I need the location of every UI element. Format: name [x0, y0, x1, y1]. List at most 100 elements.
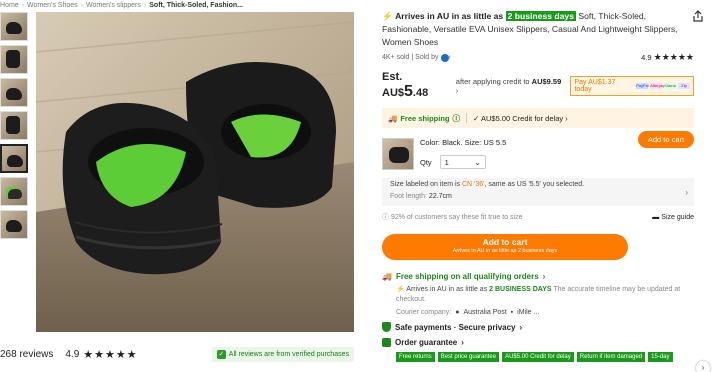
breadcrumb-womens-slippers[interactable]: Women's slippers — [86, 2, 141, 9]
price-prefix: Est. AU$ — [382, 71, 405, 99]
product-rating-value: 4.9 — [641, 53, 652, 62]
thumbnail[interactable] — [0, 111, 28, 140]
info-icon[interactable]: ⓘ — [453, 113, 461, 124]
lightning-icon: ⚡ — [396, 286, 405, 293]
pay-later-button[interactable]: Pay AU$1.37 today PayPal Afterpay Klarna… — [570, 76, 694, 96]
after-credit-value: AU$9.59 — [531, 77, 562, 86]
delay-credit-label: AU$5.00 Credit for delay — [480, 113, 564, 123]
fit-text: 92% of customers say these fit true to s… — [390, 213, 523, 221]
guarantee-tag: Best price guarantee — [437, 352, 500, 362]
star-rating-icon: ★★★★★ — [653, 52, 694, 62]
price-main: 5 — [404, 83, 413, 100]
foot-length: Foot length: 22.7cm — [390, 193, 686, 200]
order-guarantee[interactable]: Order guarantee › — [382, 338, 694, 347]
divider — [466, 113, 468, 123]
thumbnail[interactable] — [0, 78, 28, 107]
guarantee-tag: Free returns — [396, 352, 435, 362]
add-to-cart-button[interactable]: Add to cart Arrives in AU in as little a… — [382, 234, 628, 260]
safe-payments-label: Safe payments · Secure privacy — [395, 322, 516, 332]
guarantee-tag: AU$5.00 Credit for delay — [502, 352, 574, 362]
australia-post-icon: ● — [455, 309, 460, 316]
add-to-cart-sub: Arrives in AU in as little as 2 business… — [452, 248, 558, 254]
thumbnail[interactable] — [0, 12, 28, 41]
foot-length-value: 22.7cm — [428, 193, 452, 200]
arrives-sub-bold: 2 BUSINESS DAYS — [489, 286, 552, 293]
product-title: ⚡ Arrives in AU in as little as 2 busine… — [382, 10, 694, 49]
lightning-icon: ⚡ — [382, 11, 393, 21]
chevron-right-icon: › — [542, 272, 546, 281]
qty-row: Qty 1 ⌄ — [420, 155, 506, 169]
free-shipping-label: Free shipping — [400, 113, 450, 123]
safe-payments[interactable]: Safe payments · Secure privacy › — [382, 322, 694, 332]
breadcrumb-womens-shoes[interactable]: Women's Shoes — [27, 2, 78, 9]
thumbnail-selected[interactable] — [0, 144, 28, 173]
reviews-rating: 4.9 — [65, 348, 80, 360]
truck-icon: 🚚 — [382, 272, 392, 281]
foot-length-label: Foot length: — [390, 193, 427, 200]
fit-row: ⓘ 92% of customers say these fit true to… — [382, 212, 694, 222]
price-cents: .48 — [412, 87, 429, 99]
size-label-line: Size labeled on item is CN '36', same as… — [390, 181, 686, 188]
slipper-photo — [36, 12, 354, 332]
shipping-band[interactable]: 🚚 Free shipping ⓘ ✓ AU$5.00 Credit for d… — [382, 108, 694, 128]
verified-reviews-badge: ✓ All reviews are from verified purchase… — [211, 346, 354, 362]
reviews-count[interactable]: 268 reviews — [0, 349, 53, 360]
size-guide-link[interactable]: ▬ Size guide — [652, 214, 694, 221]
qty-select[interactable]: 1 ⌄ — [439, 155, 486, 169]
variant-label: Color: Black. Size: US 5.5 — [420, 138, 507, 147]
store-icon[interactable] — [440, 53, 449, 62]
variant-info: Color: Black. Size: US 5.5 Qty 1 ⌄ — [420, 138, 506, 169]
thumbnail[interactable] — [0, 177, 28, 206]
share-icon[interactable] — [692, 10, 704, 22]
sold-by-label[interactable]: Sold by — [415, 54, 438, 61]
guarantee-tag: 15-day — [648, 352, 673, 362]
imile-icon: ▪ — [510, 309, 514, 316]
qty-label: Qty — [420, 157, 432, 167]
free-shipping-head-label: Free shipping on all qualifying orders — [395, 272, 539, 281]
arrives-sub: ⚡ Arrives in AU in as little as 2 BUSINE… — [396, 285, 694, 305]
add-to-cart-label: Add to cart — [482, 237, 528, 247]
order-guarantee-label: Order guarantee — [395, 338, 458, 347]
chevron-right-icon: › — [461, 338, 464, 347]
chevron-right-icon: › — [519, 322, 523, 332]
zip-logo-icon: Zip — [678, 83, 690, 89]
verified-text: All reviews are from verified purchases — [228, 350, 349, 358]
sold-count: 4K+ sold — [382, 54, 410, 61]
after-credit: after applying credit to AU$9.59 › — [456, 77, 566, 95]
thumbnail[interactable] — [0, 45, 28, 74]
shipping-info: 🚚 Free shipping on all qualifying orders… — [382, 272, 694, 316]
breadcrumb-current: Soft, Thick-Soled, Fashion... — [149, 1, 243, 9]
courier-label: Courier company: — [396, 309, 452, 316]
size-info-box[interactable]: Size labeled on item is CN '36', same as… — [382, 178, 694, 206]
breadcrumb-home[interactable]: Home — [0, 2, 19, 9]
courier-imile: iMile ... — [517, 309, 540, 316]
chevron-right-icon: › — [455, 86, 459, 95]
ruler-icon: ▬ — [652, 213, 660, 221]
arrives-prefix: Arrives in AU in as little as — [395, 11, 504, 21]
free-shipping-head[interactable]: 🚚 Free shipping on all qualifying orders… — [382, 272, 694, 281]
product-info-panel: ⚡ Arrives in AU in as little as 2 busine… — [382, 10, 710, 372]
guarantee-icon — [382, 338, 391, 347]
size-guide-label: Size guide — [661, 213, 694, 221]
size-label-prefix: Size labeled on item is — [390, 181, 461, 188]
star-rating-icon: ★★★★★ — [83, 348, 138, 361]
guarantee-tags: Free returns Best price guarantee AU$5.0… — [382, 347, 694, 362]
product-main-image[interactable] — [36, 12, 354, 332]
shield-icon — [382, 322, 391, 332]
reviews-bar: 268 reviews 4.9 ★★★★★ ✓ All reviews are … — [0, 342, 360, 366]
size-label-suffix: , same as US '5.5' you selected. — [484, 181, 585, 188]
add-to-cart-button-small[interactable]: Add to cart — [638, 131, 694, 148]
check-icon: ✓ — [216, 349, 226, 359]
afterpay-logo-icon: Afterpay — [650, 83, 666, 89]
thumbnail[interactable] — [0, 210, 28, 239]
courier-australia-post: Australia Post — [463, 309, 507, 316]
size-cn: CN '36' — [462, 181, 485, 188]
qty-value: 1 — [444, 157, 449, 167]
after-credit-text: after applying credit to — [455, 77, 530, 86]
next-arrow-icon[interactable]: › — [696, 361, 710, 372]
variant-thumbnail[interactable] — [382, 138, 414, 170]
estimated-price: Est. AU$5.48 — [382, 71, 451, 101]
product-rating[interactable]: 4.9 ★★★★★ — [641, 52, 694, 63]
free-shipping: 🚚 Free shipping ⓘ — [388, 113, 460, 124]
price-row: Est. AU$5.48 after applying credit to AU… — [382, 71, 694, 101]
